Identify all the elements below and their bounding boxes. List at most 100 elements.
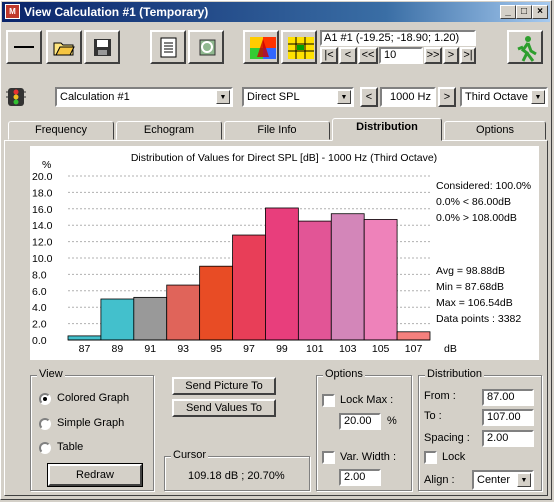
title-bar[interactable]: M View Calculation #1 (Temporary) _ □ × [2, 2, 550, 22]
x-tick-label: 99 [276, 343, 288, 355]
send-picture-button[interactable]: Send Picture To [172, 377, 276, 395]
stat-line: 0.0% > 108.00dB [436, 212, 517, 224]
x-tick-label: 101 [306, 343, 324, 355]
frequency-next-button[interactable]: > [438, 87, 456, 107]
align-select[interactable]: Center ▼ [472, 470, 534, 490]
y-tick-label: 12.0 [32, 237, 53, 249]
measure-select[interactable]: Direct SPL ▼ [242, 87, 354, 107]
document-button[interactable] [150, 30, 186, 64]
position-readout: A1 #1 (-19.25; -18.90; 1.20) [320, 30, 476, 46]
var-width-checkbox[interactable] [322, 451, 335, 464]
stat-line: Max = 106.54dB [436, 297, 513, 309]
maximize-icon[interactable]: □ [516, 5, 532, 19]
grid-map-button[interactable] [281, 30, 317, 64]
x-tick-label: 95 [210, 343, 222, 355]
bar-95 [199, 265, 233, 341]
lock-checkbox[interactable] [424, 451, 437, 464]
close-icon[interactable]: × [532, 5, 548, 19]
to-label: To : [424, 410, 442, 422]
nav-prev-button[interactable]: < [339, 47, 357, 64]
grid-map-icon [288, 37, 314, 59]
chevron-down-icon[interactable]: ▼ [531, 90, 545, 104]
simple-graph-radio[interactable] [39, 418, 51, 430]
open-button[interactable] [46, 30, 82, 64]
tab-distribution[interactable]: Distribution [332, 118, 442, 141]
bar-93 [166, 284, 201, 341]
color-map-button[interactable] [243, 30, 279, 64]
table-label[interactable]: Table [57, 441, 83, 453]
stat-line: Min = 87.68dB [436, 281, 504, 293]
nav-last-button[interactable]: >| [460, 47, 476, 64]
measure-value: Direct SPL [247, 91, 300, 103]
chevron-down-icon[interactable]: ▼ [216, 90, 230, 104]
nav-first-button[interactable]: |< [320, 47, 338, 64]
tab-options[interactable]: Options [444, 121, 546, 140]
tab-file-info[interactable]: File Info [224, 121, 330, 140]
var-width-input[interactable]: 2.00 [339, 469, 381, 486]
x-tick-label: 89 [112, 343, 124, 355]
tab-frequency[interactable]: Frequency [8, 121, 114, 140]
window-title: View Calculation #1 (Temporary) [24, 5, 209, 19]
percent-unit: % [387, 415, 397, 427]
traffic-light-icon[interactable] [6, 87, 28, 107]
tab-echogram[interactable]: Echogram [116, 121, 222, 140]
x-tick-label: 91 [144, 343, 156, 355]
frequency-prev-button[interactable]: < [360, 87, 378, 107]
calculation-select[interactable]: Calculation #1 ▼ [55, 87, 233, 107]
y-tick-label: 14.0 [32, 220, 53, 232]
x-tick-label: 107 [405, 343, 423, 355]
app-logo-icon[interactable]: M [5, 4, 20, 19]
simple-graph-label[interactable]: Simple Graph [57, 417, 124, 429]
bar-103 [330, 213, 365, 341]
bar-87 [67, 335, 102, 341]
frequency-field[interactable]: 1000 Hz [380, 87, 436, 107]
color-map-icon [250, 37, 276, 59]
y-tick-label: 4.0 [32, 302, 47, 314]
send-values-button[interactable]: Send Values To [172, 399, 276, 417]
exit-button[interactable] [507, 30, 543, 64]
redraw-button[interactable]: Redraw [47, 463, 143, 487]
lock-max-checkbox[interactable] [322, 394, 335, 407]
refresh-icon [199, 39, 216, 56]
y-tick-label: 6.0 [32, 286, 47, 298]
to-input[interactable]: 107.00 [482, 409, 534, 426]
line-tool-button[interactable] [6, 30, 42, 64]
lock-label: Lock [442, 451, 466, 463]
stat-line: 0.0% < 86.00dB [436, 196, 511, 208]
from-label: From : [424, 390, 456, 402]
lock-max-input[interactable]: 20.00 [339, 413, 381, 430]
refresh-button[interactable] [188, 30, 224, 64]
colored-graph-label[interactable]: Colored Graph [57, 392, 129, 404]
nav-step-input[interactable]: 10 [379, 47, 423, 64]
save-button[interactable] [84, 30, 120, 64]
spacing-input[interactable]: 2.00 [482, 430, 534, 447]
chart-canvas: Distribution of Values for Direct SPL [d… [32, 152, 531, 355]
cursor-readout: 109.18 dB ; 20.70% [188, 470, 285, 482]
cursor-legend: Cursor [171, 449, 209, 461]
from-input[interactable]: 87.00 [482, 389, 534, 406]
x-tick-label: 103 [339, 343, 357, 355]
y-tick-label: 8.0 [32, 269, 47, 281]
minimize-icon[interactable]: _ [500, 5, 516, 19]
y-tick-label: 0.0 [32, 335, 47, 347]
band-select[interactable]: Third Octave ▼ [460, 87, 548, 107]
nav-back-button[interactable]: << [358, 47, 378, 64]
chevron-down-icon[interactable]: ▼ [337, 90, 351, 104]
nav-forward-button[interactable]: >> [424, 47, 442, 64]
colored-graph-radio[interactable] [39, 393, 51, 405]
table-radio[interactable] [39, 442, 51, 454]
running-man-icon [517, 36, 537, 62]
x-axis-label: dB [444, 343, 457, 355]
chart-title: Distribution of Values for Direct SPL [d… [131, 152, 437, 164]
bar-89 [100, 298, 135, 341]
x-tick-label: 87 [79, 343, 91, 355]
align-value: Center [477, 474, 511, 486]
nav-next-button[interactable]: > [443, 47, 459, 64]
y-tick-label: 16.0 [32, 204, 53, 216]
y-axis-label: % [42, 159, 51, 171]
save-disk-icon [94, 39, 111, 56]
x-tick-label: 93 [177, 343, 189, 355]
bar-91 [133, 296, 168, 341]
chevron-down-icon[interactable]: ▼ [517, 473, 531, 487]
lock-max-label: Lock Max : [340, 394, 394, 406]
